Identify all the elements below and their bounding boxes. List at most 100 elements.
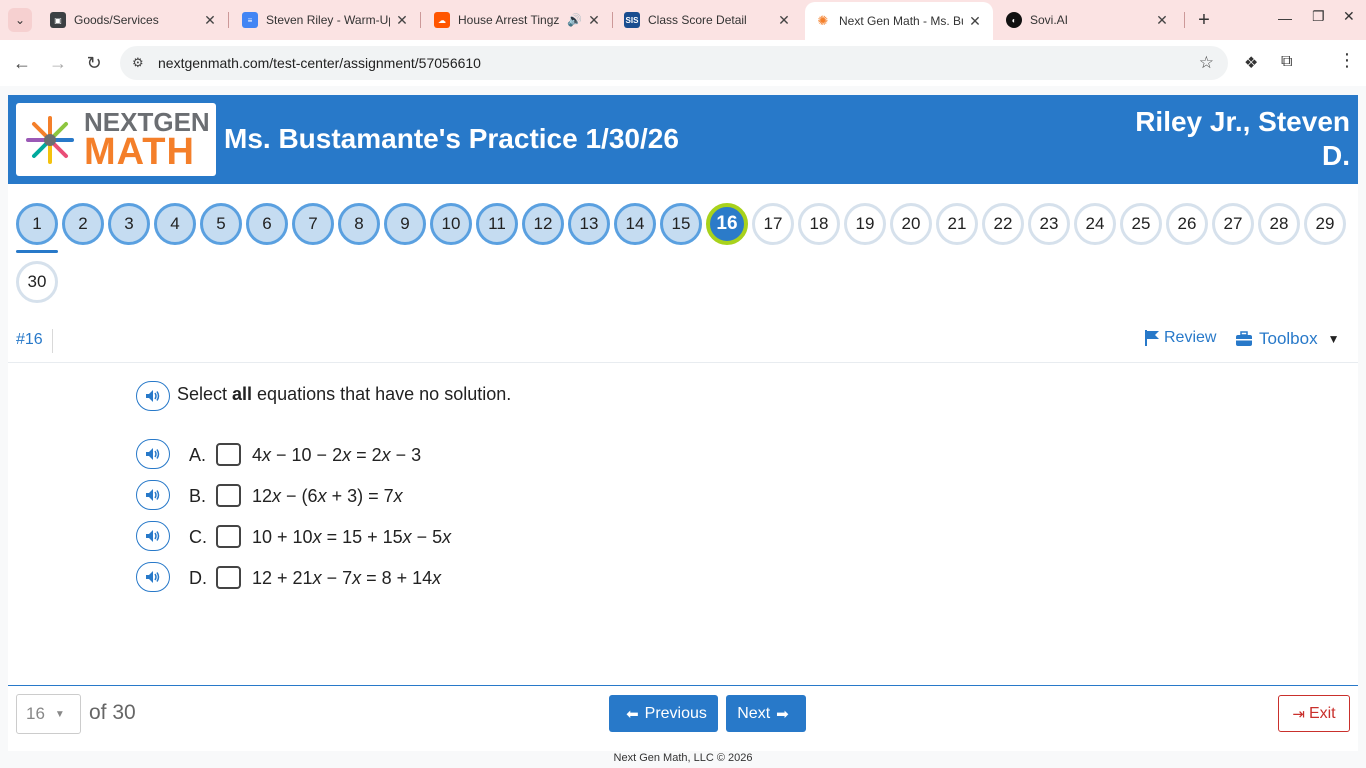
question-bubble-7[interactable]: 7	[292, 203, 334, 245]
new-tab-plus-icon[interactable]: +	[1192, 8, 1216, 32]
url-text[interactable]: nextgenmath.com/test-center/assignment/5…	[158, 55, 481, 71]
minimize-icon[interactable]: —	[1278, 10, 1292, 26]
choice-equation[interactable]: 12x − (6x + 3) = 7x	[252, 486, 403, 507]
address-bar[interactable]: ⚙ nextgenmath.com/test-center/assignment…	[120, 46, 1228, 80]
question-total: of 30	[89, 701, 136, 724]
question-bubble-21[interactable]: 21	[936, 203, 978, 245]
question-bubble-13[interactable]: 13	[568, 203, 610, 245]
read-aloud-prompt-button[interactable]	[136, 381, 170, 411]
choice-checkbox[interactable]	[216, 566, 241, 589]
speaker-icon[interactable]: 🔊	[567, 13, 582, 27]
question-bubble-8[interactable]: 8	[338, 203, 380, 245]
person-card-icon: ▣	[50, 12, 66, 28]
nextgen-icon: ✺	[815, 13, 831, 29]
previous-button[interactable]: ⬅ Previous	[609, 695, 718, 732]
caret-down-icon: ▼	[54, 708, 65, 720]
arrow-left-icon: ⬅	[626, 705, 639, 723]
question-bubble-16[interactable]: 16	[706, 203, 748, 245]
choice-letter: C.	[189, 527, 207, 547]
speaker-icon	[146, 571, 160, 583]
question-bubble-20[interactable]: 20	[890, 203, 932, 245]
close-icon[interactable]: ✕	[1154, 12, 1170, 29]
question-bubble-12[interactable]: 12	[522, 203, 564, 245]
question-bubble-30[interactable]: 30	[16, 261, 58, 303]
browser-tab-sovi[interactable]: ◐ Sovi.AI ✕	[996, 0, 1180, 40]
assignment-title: Ms. Bustamante's Practice 1/30/26	[224, 123, 679, 154]
review-button[interactable]: Review	[1144, 329, 1216, 347]
read-aloud-choice-button[interactable]	[136, 521, 170, 551]
toolbox-button[interactable]: Toolbox ▼	[1235, 329, 1340, 349]
student-name: Riley Jr., Steven D.	[1135, 106, 1350, 171]
choice-checkbox[interactable]	[216, 443, 241, 466]
next-button[interactable]: Next ➡	[726, 695, 806, 732]
extension-app-icon[interactable]: ❖	[1244, 53, 1258, 73]
forward-arrow-icon[interactable]: →	[46, 51, 70, 75]
question-bubble-1[interactable]: 1	[16, 203, 58, 245]
question-page-select[interactable]: 16 ▼	[16, 694, 81, 734]
browser-tab-goods-services[interactable]: ▣ Goods/Services ✕	[40, 0, 228, 40]
question-bubble-24[interactable]: 24	[1074, 203, 1116, 245]
question-bubble-6[interactable]: 6	[246, 203, 288, 245]
question-bubble-27[interactable]: 27	[1212, 203, 1254, 245]
read-aloud-choice-button[interactable]	[136, 439, 170, 469]
browser-tab-next-gen-math[interactable]: ✺ Next Gen Math - Ms. Bustamante ✕	[805, 2, 993, 40]
question-bubble-19[interactable]: 19	[844, 203, 886, 245]
back-arrow-icon[interactable]: ←	[10, 51, 34, 75]
tab-separator	[1184, 12, 1185, 28]
reload-icon[interactable]: ↻	[82, 51, 106, 75]
tab-separator	[420, 12, 421, 28]
sovi-icon: ◐	[1006, 12, 1022, 28]
choice-letter: A.	[189, 445, 207, 465]
question-bubble-10[interactable]: 10	[430, 203, 472, 245]
bookmark-star-icon[interactable]: ☆	[1199, 53, 1214, 73]
choice-equation[interactable]: 4x − 10 − 2x = 2x − 3	[252, 445, 421, 466]
question-bubble-26[interactable]: 26	[1166, 203, 1208, 245]
question-prompt: Select all equations that have no soluti…	[177, 384, 512, 404]
question-bubble-11[interactable]: 11	[476, 203, 518, 245]
question-bubble-23[interactable]: 23	[1028, 203, 1070, 245]
close-icon[interactable]: ✕	[394, 12, 410, 29]
restore-icon[interactable]: ❐	[1312, 8, 1325, 25]
question-bubble-5[interactable]: 5	[200, 203, 242, 245]
toolbox-icon	[1236, 331, 1252, 346]
tab-separator	[612, 12, 613, 28]
question-bubble-9[interactable]: 9	[384, 203, 426, 245]
browser-tab-class-score[interactable]: SIS Class Score Detail ✕	[614, 0, 802, 40]
browser-menu-icon[interactable]: ⋮	[1338, 50, 1356, 71]
window-close-icon[interactable]: ✕	[1343, 8, 1355, 25]
question-bubble-2[interactable]: 2	[62, 203, 104, 245]
exit-button[interactable]: ⇥ Exit	[1278, 695, 1350, 732]
question-bubble-25[interactable]: 25	[1120, 203, 1162, 245]
choice-checkbox[interactable]	[216, 525, 241, 548]
assignment-header: NEXTGEN MATH Ms. Bustamante's Practice 1…	[8, 95, 1358, 184]
copyright-text: Next Gen Math, LLC © 2026	[613, 752, 753, 764]
close-icon[interactable]: ✕	[776, 12, 792, 29]
question-bubble-18[interactable]: 18	[798, 203, 840, 245]
question-bubble-22[interactable]: 22	[982, 203, 1024, 245]
extensions-puzzle-icon[interactable]: ⧉	[1281, 53, 1292, 71]
site-info-icon[interactable]: ⚙	[132, 55, 152, 71]
choice-equation[interactable]: 10 + 10x = 15 + 15x − 5x	[252, 527, 451, 548]
close-icon[interactable]: ✕	[967, 13, 983, 30]
close-icon[interactable]: ✕	[586, 12, 602, 29]
question-bubble-29[interactable]: 29	[1304, 203, 1346, 245]
close-icon[interactable]: ✕	[202, 12, 218, 29]
question-bubble-3[interactable]: 3	[108, 203, 150, 245]
read-aloud-choice-button[interactable]	[136, 562, 170, 592]
question-toolbar: #16 Review Toolbox ▼	[8, 323, 1358, 363]
browser-tab-warm-up[interactable]: ≡ Steven Riley - Warm-Up ✕	[232, 0, 420, 40]
question-bubble-28[interactable]: 28	[1258, 203, 1300, 245]
choice-checkbox[interactable]	[216, 484, 241, 507]
sign-out-icon: ⇥	[1292, 705, 1305, 723]
tab-search-chevron-icon[interactable]: ⌄	[8, 8, 32, 32]
soundcloud-icon: ☁	[434, 12, 450, 28]
browser-tab-soundcloud[interactable]: ☁ House Arrest Tingz 🔊 ✕	[424, 0, 612, 40]
question-bubble-4[interactable]: 4	[154, 203, 196, 245]
question-bubble-15[interactable]: 15	[660, 203, 702, 245]
speaker-icon	[146, 489, 160, 501]
read-aloud-choice-button[interactable]	[136, 480, 170, 510]
question-bubble-17[interactable]: 17	[752, 203, 794, 245]
choice-equation[interactable]: 12 + 21x − 7x = 8 + 14x	[252, 568, 441, 589]
question-bubble-14[interactable]: 14	[614, 203, 656, 245]
flag-icon	[1145, 330, 1159, 346]
